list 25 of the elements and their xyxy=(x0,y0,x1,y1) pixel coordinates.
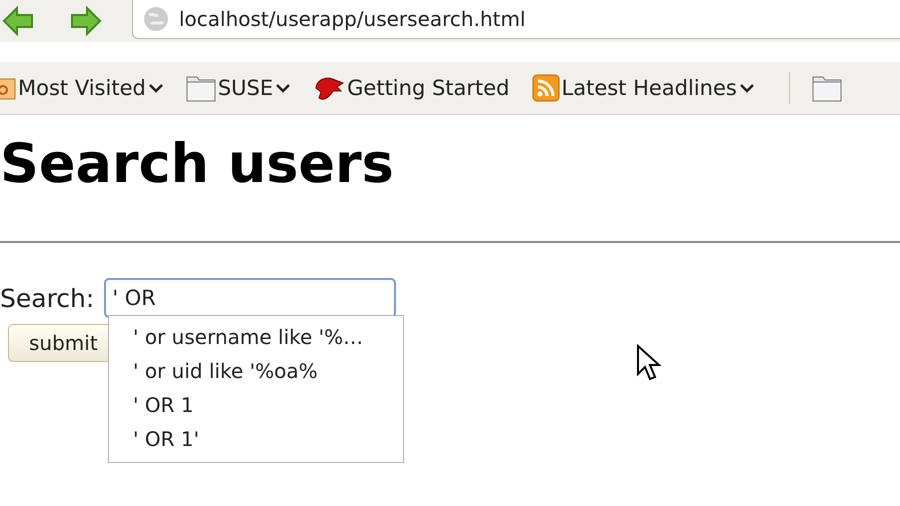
globe-icon xyxy=(143,6,169,32)
bookmark-item[interactable]: Most Visited xyxy=(0,75,164,101)
back-arrow-icon xyxy=(2,6,34,36)
page-heading: Search users xyxy=(0,133,395,195)
suggestion-item[interactable]: ' OR 1 xyxy=(109,388,403,422)
caret-icon xyxy=(275,82,292,94)
bookmark-label: Most Visited xyxy=(18,76,146,100)
caret-icon xyxy=(148,82,164,94)
search-field[interactable]: ' OR xyxy=(104,278,396,318)
bookmark-label: SUSE xyxy=(218,76,274,100)
bookmark-label: Latest Headlines xyxy=(562,76,737,100)
bookmark-item[interactable]: SUSE xyxy=(186,74,292,102)
suggestion-item[interactable]: ' OR 1' xyxy=(109,422,403,456)
caret-icon xyxy=(738,82,755,94)
forward-arrow-icon xyxy=(70,6,102,36)
back-button[interactable] xyxy=(0,3,36,39)
search-label: Search: xyxy=(0,284,94,312)
rss-feed-icon xyxy=(532,74,560,102)
bookmark-item[interactable]: Getting Started xyxy=(313,74,510,102)
url-text: localhost/userapp/usersearch.html xyxy=(179,6,526,30)
address-bar[interactable]: localhost/userapp/usersearch.html xyxy=(132,0,900,38)
bookmark-item[interactable]: Latest Headlines xyxy=(532,74,755,102)
mouse-pointer-icon xyxy=(636,344,662,382)
forward-button[interactable] xyxy=(68,3,104,39)
bookmark-label: Getting Started xyxy=(347,76,510,100)
